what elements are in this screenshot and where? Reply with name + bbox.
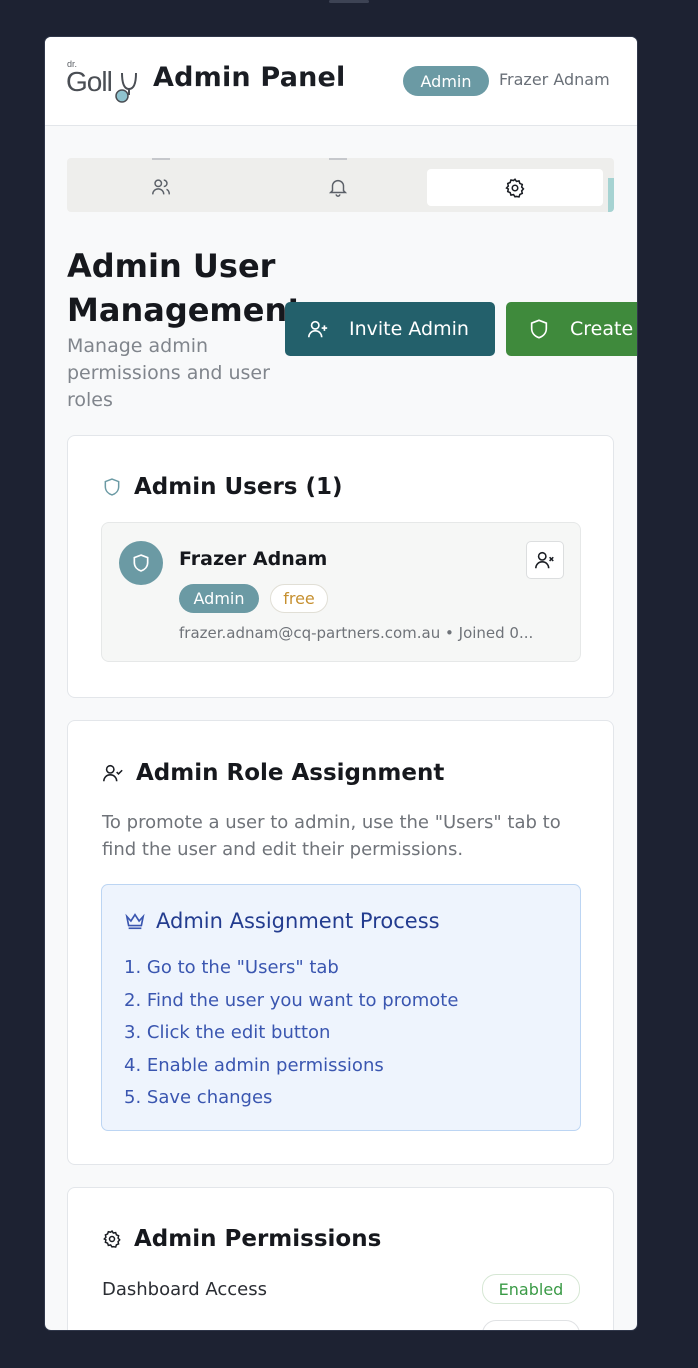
user-check-icon [102, 762, 124, 784]
process-step: 5. Save changes [124, 1087, 273, 1108]
page-title: Admin User Management [67, 247, 303, 329]
process-step: 4. Enable admin permissions [124, 1054, 384, 1076]
role-badge: Admin [403, 66, 489, 96]
dr-golly-logo: dr. Goll [66, 57, 141, 107]
permissions-title-row: Admin Permissions [102, 1226, 381, 1252]
remove-admin-button[interactable] [526, 541, 564, 579]
process-steps: 1. Go to the "Users" tab 2. Find the use… [124, 952, 458, 1115]
admin-users-title: Admin Users (1) [134, 474, 343, 500]
svg-text:Goll: Goll [66, 66, 112, 97]
current-user-name[interactable]: Frazer Adnam [499, 70, 610, 89]
app-title: Admin Panel [153, 62, 346, 93]
admin-users-title-row: Admin Users (1) [102, 474, 343, 500]
create-admin-label: Create [570, 318, 634, 340]
tab-hint [152, 158, 170, 160]
avatar [119, 541, 163, 585]
tab-users[interactable] [73, 170, 249, 204]
shield-icon [102, 476, 122, 498]
tab-settings[interactable] [427, 169, 603, 206]
role-badge: Admin [179, 584, 259, 613]
bell-icon [328, 179, 348, 197]
user-remove-icon [535, 551, 554, 569]
role-assignment-title-row: Admin Role Assignment [102, 760, 444, 786]
admin-user-meta: frazer.adnam@cq-partners.com.au • Joined… [179, 624, 534, 642]
shield-icon [528, 318, 550, 340]
role-assignment-description: To promote a user to admin, use the "Use… [102, 812, 561, 860]
process-step: 2. Find the user you want to promote [124, 989, 459, 1011]
role-assignment-card: Admin Role Assignment To promote a user … [67, 720, 614, 1165]
admin-tabs [67, 158, 614, 212]
admin-permissions-card: Admin Permissions Dashboard Access Enabl… [67, 1187, 614, 1330]
invite-admin-label: Invite Admin [349, 318, 469, 340]
shield-icon [133, 554, 149, 572]
user-plus-icon [307, 318, 329, 340]
admin-users-card: Admin Users (1) Frazer Adnam Admin free … [67, 435, 614, 698]
process-title-row: Admin Assignment Process [124, 909, 440, 933]
app-window: dr. Goll Admin Panel Admin Frazer Adnam … [45, 37, 637, 1330]
gear-icon [102, 1229, 122, 1249]
admin-user-name: Frazer Adnam [179, 548, 328, 570]
crown-icon [124, 911, 146, 931]
gear-icon [505, 177, 525, 198]
plan-badge: free [270, 584, 328, 613]
process-step: 1. Go to the "Users" tab [124, 957, 339, 978]
tab-hint [329, 158, 347, 160]
page-subtitle: Manage admin permissions and user roles [67, 335, 270, 411]
permission-status-badge: Enabled [482, 1274, 580, 1304]
process-title: Admin Assignment Process [156, 909, 440, 933]
admin-user-row: Frazer Adnam Admin free frazer.adnam@cq-… [101, 522, 581, 662]
invite-admin-button[interactable]: Invite Admin [285, 302, 495, 356]
permission-label: Dashboard Access [102, 1278, 267, 1300]
role-assignment-title: Admin Role Assignment [136, 760, 445, 786]
app-header: dr. Goll Admin Panel Admin Frazer Adnam [45, 37, 637, 126]
assignment-process-box: Admin Assignment Process 1. Go to the "U… [101, 884, 581, 1131]
status-bar-sliver [0, 0, 698, 6]
permissions-title: Admin Permissions [134, 1226, 382, 1252]
permission-status-placeholder [482, 1320, 580, 1330]
tab-notifications[interactable] [250, 170, 426, 204]
permission-row: Dashboard Access Enabled [102, 1274, 580, 1304]
tabs-scroll-indicator [608, 178, 614, 212]
users-icon [152, 179, 170, 195]
create-admin-button[interactable]: Create [506, 302, 637, 356]
process-step: 3. Click the edit button [124, 1022, 331, 1043]
permission-row-partial [102, 1320, 580, 1330]
